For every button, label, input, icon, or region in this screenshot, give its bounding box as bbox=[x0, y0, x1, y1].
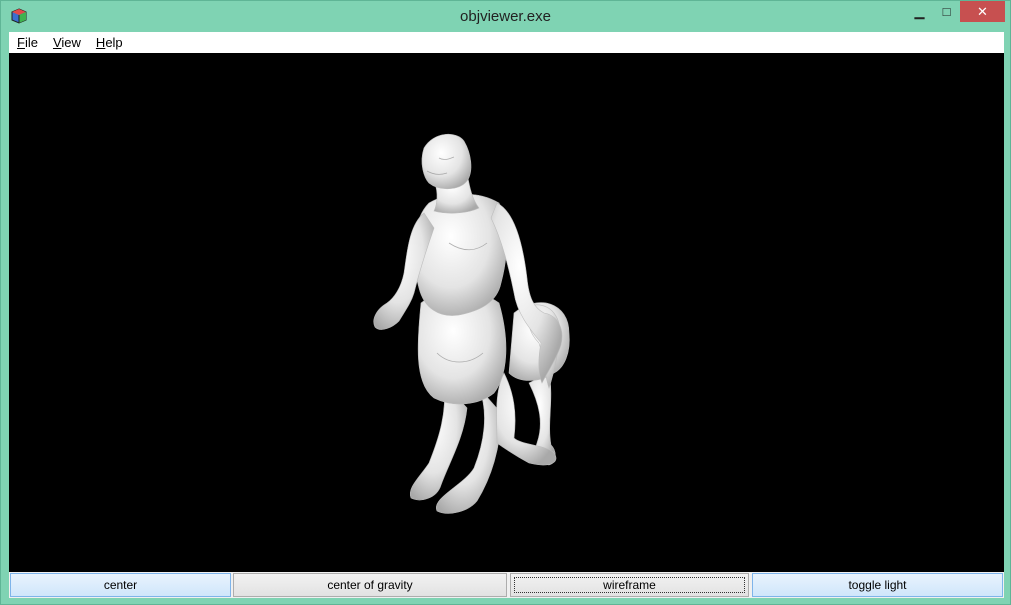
3d-viewport[interactable] bbox=[9, 53, 1004, 572]
app-window: objviewer.exe ▁ □ ✕ File View Help cente… bbox=[0, 0, 1011, 605]
toggle-light-button[interactable]: toggle light bbox=[752, 573, 1003, 597]
minimize-icon: ▁ bbox=[914, 3, 925, 19]
maximize-icon: □ bbox=[942, 4, 951, 19]
title-bar[interactable]: objviewer.exe ▁ □ ✕ bbox=[1, 1, 1010, 32]
minimize-button[interactable]: ▁ bbox=[906, 1, 933, 22]
centaur-model[interactable] bbox=[9, 53, 1004, 572]
maximize-button[interactable]: □ bbox=[933, 1, 960, 22]
center-button[interactable]: center bbox=[10, 573, 231, 597]
center-of-gravity-button[interactable]: center of gravity bbox=[233, 573, 507, 597]
window-title: objviewer.exe bbox=[460, 8, 551, 25]
menu-bar: File View Help bbox=[9, 32, 1004, 53]
menu-file[interactable]: File bbox=[9, 33, 45, 53]
button-bar: center center of gravity wireframe toggl… bbox=[9, 572, 1004, 598]
close-icon: ✕ bbox=[977, 3, 988, 19]
menu-help[interactable]: Help bbox=[88, 33, 130, 53]
close-button[interactable]: ✕ bbox=[960, 1, 1005, 22]
wireframe-button[interactable]: wireframe bbox=[510, 573, 749, 597]
menu-view[interactable]: View bbox=[45, 33, 88, 53]
